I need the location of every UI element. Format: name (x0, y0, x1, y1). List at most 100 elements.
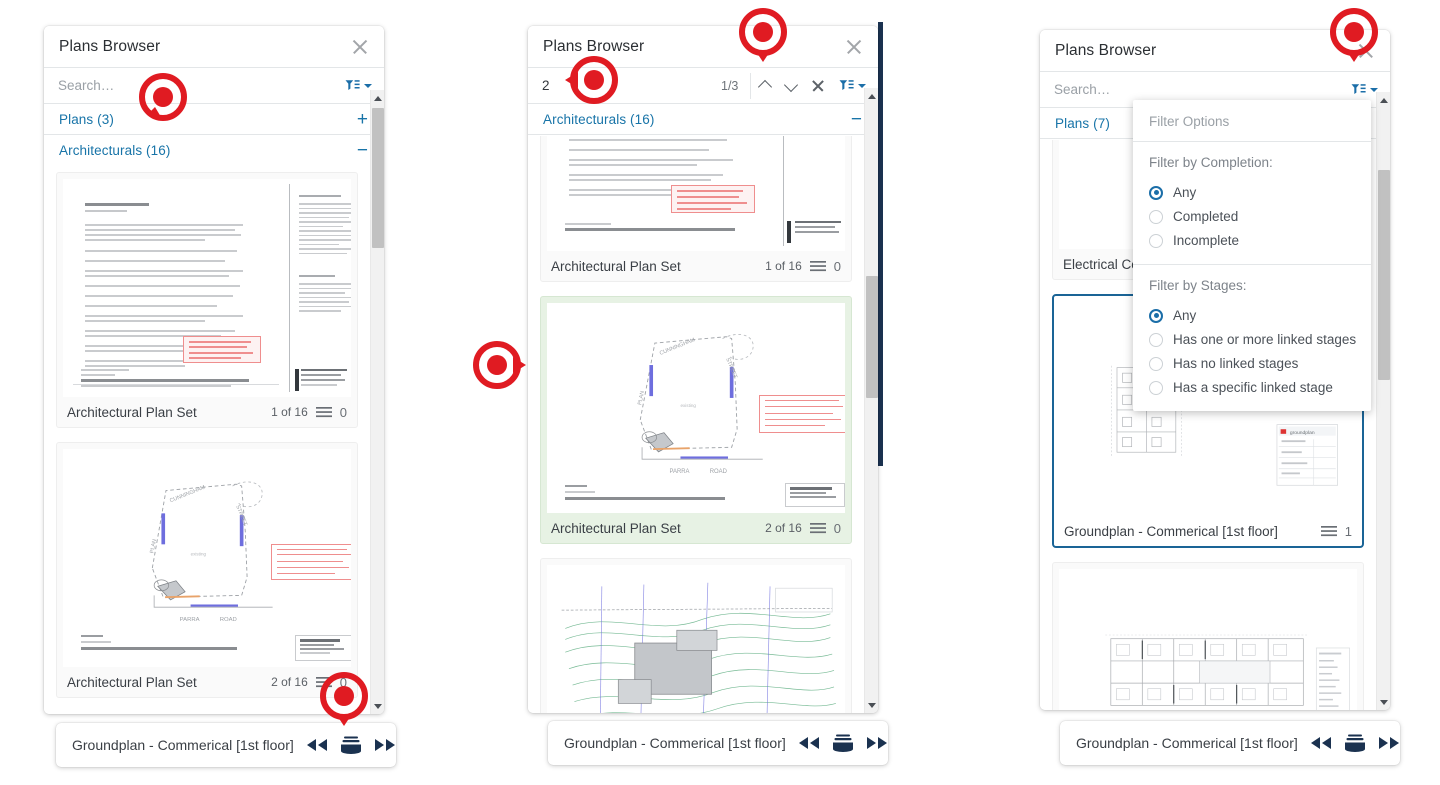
chevron-down-icon (1370, 87, 1378, 92)
vertical-scrollbar[interactable] (370, 90, 384, 714)
skip-backward-icon[interactable] (306, 738, 328, 752)
scroll-up-icon[interactable] (865, 88, 878, 104)
group-collapse-toggle[interactable]: − (851, 110, 864, 129)
svg-text:ROAD: ROAD (220, 617, 237, 623)
active-plan-label: Groundplan - Commerical [1st floor] (564, 735, 786, 751)
filter-section-stages: Filter by Stages: Any Has one or more li… (1133, 264, 1371, 411)
card-footer: Architectural Plan Set 2 of 16 0 (57, 667, 357, 697)
filter-option-stages-any[interactable]: Any (1149, 304, 1355, 328)
filter-option-stages-one-or-more[interactable]: Has one or more linked stages (1149, 328, 1356, 352)
filter-option-stages-specific[interactable]: Has a specific linked stage (1149, 376, 1355, 400)
skip-forward-icon[interactable] (1378, 736, 1400, 750)
group-row-plans[interactable]: Plans (3) + (44, 104, 384, 135)
svg-text:PLAN: PLAN (149, 539, 158, 554)
scroll-up-icon[interactable] (1377, 92, 1390, 108)
filter-option-stages-none[interactable]: Has no linked stages (1149, 352, 1355, 376)
skip-backward-icon[interactable] (798, 736, 820, 750)
list-item[interactable] (1052, 562, 1364, 710)
filter-option-label: Any (1173, 308, 1197, 323)
active-plan-label: Groundplan - Commerical [1st floor] (1076, 735, 1298, 751)
annotation-lines-icon[interactable] (809, 522, 826, 534)
radio-icon[interactable] (1149, 380, 1163, 395)
plans-list[interactable]: Architectural Plan Set 1 of 16 0 CUNNING… (528, 136, 864, 713)
group-collapse-toggle[interactable]: − (357, 141, 370, 160)
list-item-matched[interactable]: CUNNINGHAM STREET PLAN existing PARRA RO… (540, 296, 852, 544)
plans-list[interactable]: Architectural Plan Set 1 of 16 0 CUNNING… (44, 162, 370, 714)
annotation-lines-icon[interactable] (315, 406, 332, 418)
filter-option-label: Incomplete (1173, 233, 1240, 248)
chevron-down-icon (364, 83, 372, 88)
annotation-count: 0 (833, 258, 841, 274)
scrollbar-thumb[interactable] (866, 276, 878, 398)
filter-options-dropdown[interactable]: Filter Options Filter by Completion: Any… (1133, 100, 1371, 411)
chevron-up-icon (759, 80, 771, 92)
card-title: Architectural Plan Set (551, 520, 681, 536)
svg-text:PARRA: PARRA (669, 469, 689, 475)
skip-forward-icon[interactable] (866, 736, 888, 750)
card-footer: Groundplan - Commerical [1st floor] 1 (1054, 516, 1362, 546)
radio-icon[interactable] (1149, 332, 1163, 347)
scroll-down-icon[interactable] (1377, 694, 1390, 710)
search-input[interactable] (44, 77, 337, 94)
layer-stack-icon[interactable] (340, 736, 362, 754)
filter-option-label: Has no linked stages (1173, 356, 1299, 371)
marker-middle-top (739, 8, 787, 69)
page-title: Plans Browser (1055, 41, 1157, 59)
list-item[interactable]: SITE BOUNDARY SURVEY (540, 558, 852, 713)
list-item[interactable]: Architectural Plan Set 1 of 16 0 (56, 172, 358, 428)
close-icon[interactable] (844, 37, 864, 57)
find-previous-button[interactable] (751, 69, 778, 103)
find-next-button[interactable] (778, 69, 805, 103)
filter-option-completion-any[interactable]: Any (1149, 181, 1355, 205)
scroll-up-icon[interactable] (371, 90, 384, 106)
page-title: Plans Browser (543, 37, 645, 55)
card-footer: Architectural Plan Set 1 of 16 0 (57, 397, 357, 427)
annotation-lines-icon[interactable] (1320, 525, 1337, 537)
list-item[interactable]: Architectural Plan Set 1 of 16 0 (540, 136, 852, 282)
group-label: Architecturals (16) (543, 111, 655, 127)
plan-thumbnail: CUNNINGHAM STREET PLAN existing PARRA RO… (63, 449, 351, 667)
card-footer: Architectural Plan Set 2 of 16 0 (541, 513, 851, 543)
card-title: Architectural Plan Set (67, 674, 197, 690)
scroll-down-icon[interactable] (371, 698, 384, 714)
screenshot-stage: Plans Browser Plans (3) + Architecturals… (0, 0, 1440, 785)
card-page-indicator: 2 of 16 (271, 675, 308, 689)
plans-browser-panel-left: Plans Browser Plans (3) + Architecturals… (44, 26, 384, 714)
skip-forward-icon[interactable] (374, 738, 396, 752)
card-page-indicator: 1 of 16 (765, 259, 802, 273)
skip-backward-icon[interactable] (1310, 736, 1332, 750)
annotation-count: 0 (833, 520, 841, 536)
radio-icon[interactable] (1149, 185, 1163, 200)
close-icon[interactable] (350, 37, 370, 57)
scroll-down-icon[interactable] (865, 697, 878, 713)
layer-stack-icon[interactable] (832, 734, 854, 752)
search-hit-count: 1/3 (721, 78, 739, 93)
chevron-down-icon (858, 83, 867, 88)
plan-thumbnail: CUNNINGHAM STREET PLAN existing PARRA RO… (547, 303, 845, 513)
vertical-scrollbar[interactable] (1376, 92, 1390, 710)
svg-text:PARRA: PARRA (180, 617, 200, 623)
group-label: Architecturals (16) (59, 142, 171, 158)
annotation-lines-icon[interactable] (809, 260, 826, 272)
radio-icon[interactable] (1149, 233, 1163, 248)
filter-option-completion-incomplete[interactable]: Incomplete (1149, 229, 1355, 253)
search-input[interactable] (1040, 81, 1343, 98)
clear-search-button[interactable] (804, 69, 831, 103)
scrollbar-thumb[interactable] (372, 108, 384, 248)
list-item[interactable]: CUNNINGHAM STREET PLAN existing PARRA RO… (56, 442, 358, 698)
radio-icon[interactable] (1149, 209, 1163, 224)
group-expand-toggle[interactable]: + (357, 110, 370, 129)
radio-icon[interactable] (1149, 356, 1163, 371)
layer-stack-icon[interactable] (1344, 734, 1366, 752)
search-input[interactable] (528, 77, 721, 94)
plan-thumbnail (547, 136, 845, 251)
search-row (44, 68, 384, 104)
scrollbar-thumb[interactable] (1378, 170, 1390, 380)
svg-text:existing: existing (191, 551, 207, 556)
contour-plan-drawing: SITE BOUNDARY SURVEY (561, 582, 836, 713)
radio-icon[interactable] (1149, 308, 1163, 323)
svg-text:groundplan: groundplan (1290, 430, 1315, 436)
filter-option-completion-completed[interactable]: Completed (1149, 205, 1355, 229)
active-plan-bar-middle: Groundplan - Commerical [1st floor] (548, 721, 888, 765)
vertical-scrollbar[interactable] (864, 88, 878, 713)
